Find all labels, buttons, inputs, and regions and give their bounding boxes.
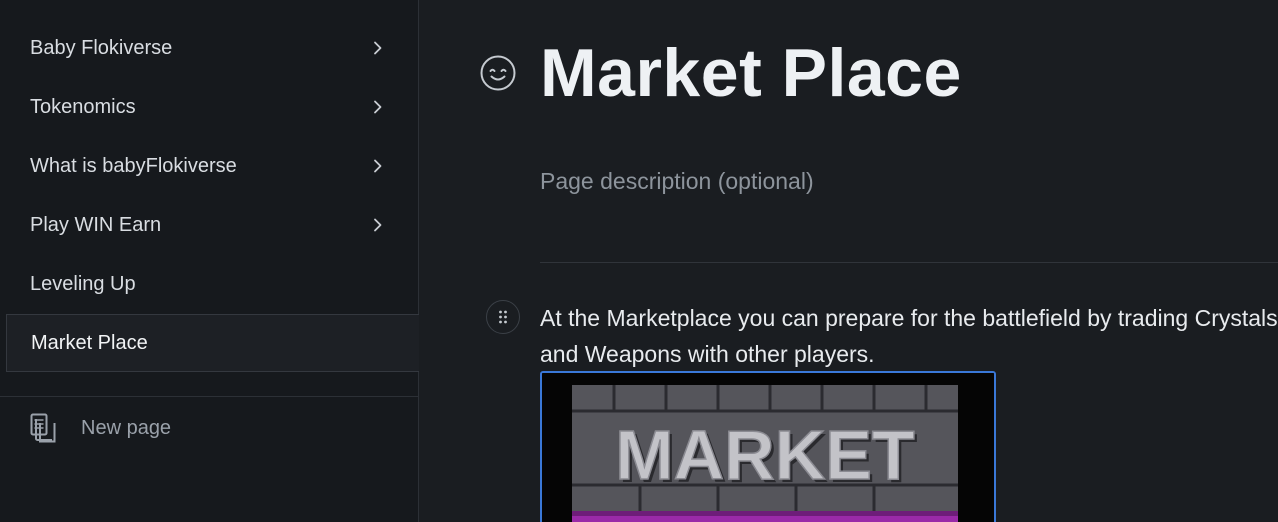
sidebar-item-label: What is babyFlokiverse xyxy=(30,154,237,177)
page-editor: Market Place Page description (optional)… xyxy=(420,0,1278,522)
page-title[interactable]: Market Place xyxy=(540,34,962,112)
app-window: Baby Flokiverse Tokenomics What is babyF… xyxy=(0,0,1278,522)
sidebar-item-what-is-babyflokiverse[interactable]: What is babyFlokiverse xyxy=(6,137,419,195)
chevron-right-icon[interactable] xyxy=(371,159,385,173)
sidebar-item-label: Leveling Up xyxy=(30,272,136,295)
sidebar-divider xyxy=(0,396,419,397)
market-sign-image: MARKET MARKET xyxy=(542,373,994,522)
title-divider xyxy=(540,262,1278,263)
sidebar-item-market-place[interactable]: Market Place xyxy=(6,314,419,372)
new-page-icon xyxy=(30,413,56,443)
sidebar-item-baby-flokiverse[interactable]: Baby Flokiverse xyxy=(6,19,419,77)
drag-dots-icon xyxy=(499,310,507,324)
chevron-right-icon[interactable] xyxy=(371,218,385,232)
market-sign-text: MARKET xyxy=(615,416,914,494)
new-page-button[interactable]: New page xyxy=(30,409,171,447)
sidebar-item-leveling-up[interactable]: Leveling Up xyxy=(6,255,419,313)
smiley-icon[interactable] xyxy=(479,54,517,92)
sidebar-item-label: Market Place xyxy=(31,331,148,354)
sidebar-item-play-win-earn[interactable]: Play WIN Earn xyxy=(6,196,419,254)
chevron-right-icon[interactable] xyxy=(371,100,385,114)
page-description-field[interactable]: Page description (optional) xyxy=(540,168,814,195)
sidebar-item-tokenomics[interactable]: Tokenomics xyxy=(6,78,419,136)
chevron-right-icon[interactable] xyxy=(371,41,385,55)
new-page-label: New page xyxy=(81,416,172,439)
sidebar: Baby Flokiverse Tokenomics What is babyF… xyxy=(0,0,419,522)
block-drag-handle[interactable] xyxy=(486,300,520,334)
sidebar-item-label: Tokenomics xyxy=(30,95,136,118)
sidebar-item-label: Play WIN Earn xyxy=(30,213,162,236)
market-image[interactable]: MARKET MARKET xyxy=(540,371,996,522)
sidebar-item-label: Baby Flokiverse xyxy=(30,36,173,59)
paragraph-block[interactable]: At the Marketplace you can prepare for t… xyxy=(540,300,1278,372)
